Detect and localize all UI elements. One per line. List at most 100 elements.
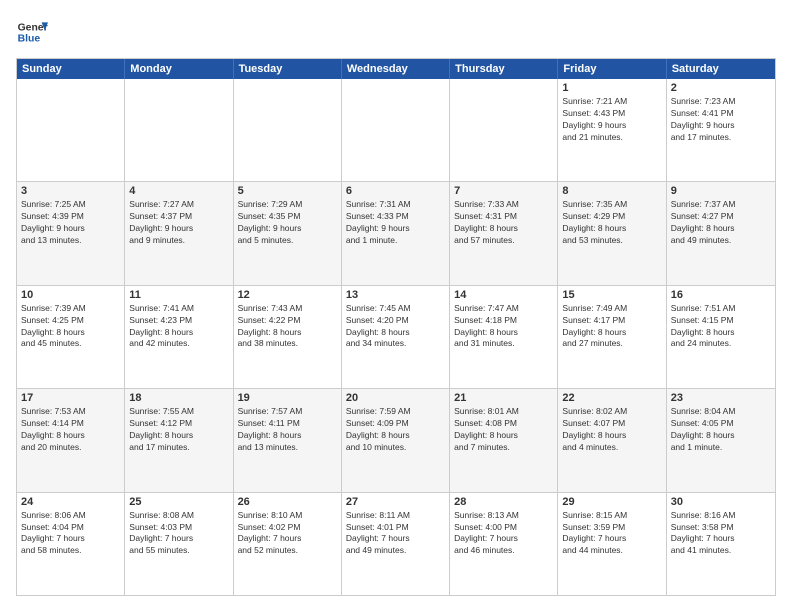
day-cell-9: 9 Sunrise: 7:37 AMSunset: 4:27 PMDaylight…: [667, 182, 775, 284]
day-cell-13: 13Sunrise: 7:45 AMSunset: 4:20 PMDayligh…: [342, 286, 450, 388]
day-number: 28: [454, 496, 553, 508]
day-cell-3: 3 Sunrise: 7:25 AMSunset: 4:39 PMDaylight…: [17, 182, 125, 284]
calendar-row-1: 3 Sunrise: 7:25 AMSunset: 4:39 PMDaylight…: [17, 181, 775, 284]
day-number: 16: [671, 289, 771, 301]
day-cell-29: 29 Sunrise: 8:15 AMSunset: 3:59 PMDayligh…: [558, 493, 666, 595]
day-cell-2: 2 Sunrise: 7:23 AMSunset: 4:41 PMDaylight…: [667, 79, 775, 181]
day-number: 22: [562, 392, 661, 404]
day-info: Sunrise: 7:39 AMSunset: 4:25 PMDaylight:…: [21, 303, 120, 351]
day-number: 30: [671, 496, 771, 508]
day-info: Sunrise: 7:47 AMSunset: 4:18 PMDaylight:…: [454, 303, 553, 351]
day-number: 9: [671, 185, 771, 197]
empty-cell-0-1: [125, 79, 233, 181]
weekday-header-wednesday: Wednesday: [342, 59, 450, 79]
day-info: Sunrise: 8:10 AMSunset: 4:02 PMDaylight:…: [238, 510, 337, 558]
day-info: Sunrise: 8:11 AMSunset: 4:01 PMDaylight:…: [346, 510, 445, 558]
day-number: 18: [129, 392, 228, 404]
day-cell-8: 8Sunrise: 7:35 AMSunset: 4:29 PMDaylight…: [558, 182, 666, 284]
day-cell-1: 1 Sunrise: 7:21 AMSunset: 4:43 PMDaylight…: [558, 79, 666, 181]
day-number: 29: [562, 496, 661, 508]
day-number: 27: [346, 496, 445, 508]
day-cell-25: 25 Sunrise: 8:08 AMSunset: 4:03 PMDayligh…: [125, 493, 233, 595]
calendar-row-3: 17 Sunrise: 7:53 AMSunset: 4:14 PMDayligh…: [17, 388, 775, 491]
weekday-header-thursday: Thursday: [450, 59, 558, 79]
day-cell-10: 10Sunrise: 7:39 AMSunset: 4:25 PMDayligh…: [17, 286, 125, 388]
day-info: Sunrise: 8:13 AMSunset: 4:00 PMDaylight:…: [454, 510, 553, 558]
weekday-header-saturday: Saturday: [667, 59, 775, 79]
logo: General Blue: [16, 16, 48, 48]
day-number: 20: [346, 392, 445, 404]
calendar-row-0: 1 Sunrise: 7:21 AMSunset: 4:43 PMDaylight…: [17, 79, 775, 181]
day-info: Sunrise: 8:02 AMSunset: 4:07 PMDaylight:…: [562, 406, 661, 454]
day-number: 12: [238, 289, 337, 301]
page: General Blue SundayMondayTuesdayWednesda…: [0, 0, 792, 612]
calendar: SundayMondayTuesdayWednesdayThursdayFrid…: [16, 58, 776, 596]
day-cell-20: 20Sunrise: 7:59 AMSunset: 4:09 PMDayligh…: [342, 389, 450, 491]
day-number: 5: [238, 185, 337, 197]
day-info: Sunrise: 7:21 AMSunset: 4:43 PMDaylight:…: [562, 96, 661, 144]
day-number: 26: [238, 496, 337, 508]
empty-cell-0-3: [342, 79, 450, 181]
day-info: Sunrise: 7:43 AMSunset: 4:22 PMDaylight:…: [238, 303, 337, 351]
calendar-header: SundayMondayTuesdayWednesdayThursdayFrid…: [17, 59, 775, 79]
day-info: Sunrise: 7:57 AMSunset: 4:11 PMDaylight:…: [238, 406, 337, 454]
weekday-header-friday: Friday: [558, 59, 666, 79]
logo-icon: General Blue: [16, 16, 48, 48]
day-info: Sunrise: 7:51 AMSunset: 4:15 PMDaylight:…: [671, 303, 771, 351]
day-cell-15: 15 Sunrise: 7:49 AMSunset: 4:17 PMDayligh…: [558, 286, 666, 388]
empty-cell-0-0: [17, 79, 125, 181]
day-cell-17: 17 Sunrise: 7:53 AMSunset: 4:14 PMDayligh…: [17, 389, 125, 491]
day-number: 1: [562, 82, 661, 94]
day-number: 6: [346, 185, 445, 197]
day-info: Sunrise: 7:41 AMSunset: 4:23 PMDaylight:…: [129, 303, 228, 351]
day-number: 7: [454, 185, 553, 197]
day-info: Sunrise: 7:31 AMSunset: 4:33 PMDaylight:…: [346, 199, 445, 247]
day-cell-16: 16 Sunrise: 7:51 AMSunset: 4:15 PMDayligh…: [667, 286, 775, 388]
day-cell-5: 5 Sunrise: 7:29 AMSunset: 4:35 PMDaylight…: [234, 182, 342, 284]
day-info: Sunrise: 7:33 AMSunset: 4:31 PMDaylight:…: [454, 199, 553, 247]
calendar-body: 1 Sunrise: 7:21 AMSunset: 4:43 PMDaylight…: [17, 79, 775, 595]
day-cell-7: 7 Sunrise: 7:33 AMSunset: 4:31 PMDaylight…: [450, 182, 558, 284]
day-number: 2: [671, 82, 771, 94]
day-number: 15: [562, 289, 661, 301]
day-number: 25: [129, 496, 228, 508]
day-number: 17: [21, 392, 120, 404]
day-cell-30: 30 Sunrise: 8:16 AMSunset: 3:58 PMDayligh…: [667, 493, 775, 595]
day-cell-19: 19Sunrise: 7:57 AMSunset: 4:11 PMDayligh…: [234, 389, 342, 491]
day-info: Sunrise: 8:04 AMSunset: 4:05 PMDaylight:…: [671, 406, 771, 454]
calendar-row-2: 10Sunrise: 7:39 AMSunset: 4:25 PMDayligh…: [17, 285, 775, 388]
day-info: Sunrise: 7:35 AMSunset: 4:29 PMDaylight:…: [562, 199, 661, 247]
day-info: Sunrise: 7:37 AMSunset: 4:27 PMDaylight:…: [671, 199, 771, 247]
day-info: Sunrise: 7:45 AMSunset: 4:20 PMDaylight:…: [346, 303, 445, 351]
day-info: Sunrise: 7:55 AMSunset: 4:12 PMDaylight:…: [129, 406, 228, 454]
day-cell-6: 6 Sunrise: 7:31 AMSunset: 4:33 PMDaylight…: [342, 182, 450, 284]
day-info: Sunrise: 7:25 AMSunset: 4:39 PMDaylight:…: [21, 199, 120, 247]
day-info: Sunrise: 7:29 AMSunset: 4:35 PMDaylight:…: [238, 199, 337, 247]
day-number: 3: [21, 185, 120, 197]
day-cell-28: 28 Sunrise: 8:13 AMSunset: 4:00 PMDayligh…: [450, 493, 558, 595]
day-number: 21: [454, 392, 553, 404]
day-info: Sunrise: 7:49 AMSunset: 4:17 PMDaylight:…: [562, 303, 661, 351]
day-cell-26: 26 Sunrise: 8:10 AMSunset: 4:02 PMDayligh…: [234, 493, 342, 595]
day-cell-27: 27 Sunrise: 8:11 AMSunset: 4:01 PMDayligh…: [342, 493, 450, 595]
day-cell-4: 4Sunrise: 7:27 AMSunset: 4:37 PMDaylight…: [125, 182, 233, 284]
day-info: Sunrise: 8:15 AMSunset: 3:59 PMDaylight:…: [562, 510, 661, 558]
weekday-header-tuesday: Tuesday: [234, 59, 342, 79]
day-info: Sunrise: 7:53 AMSunset: 4:14 PMDaylight:…: [21, 406, 120, 454]
header: General Blue: [16, 16, 776, 48]
weekday-header-monday: Monday: [125, 59, 233, 79]
day-number: 4: [129, 185, 228, 197]
day-info: Sunrise: 8:08 AMSunset: 4:03 PMDaylight:…: [129, 510, 228, 558]
day-info: Sunrise: 7:23 AMSunset: 4:41 PMDaylight:…: [671, 96, 771, 144]
day-cell-11: 11Sunrise: 7:41 AMSunset: 4:23 PMDayligh…: [125, 286, 233, 388]
empty-cell-0-4: [450, 79, 558, 181]
day-cell-24: 24Sunrise: 8:06 AMSunset: 4:04 PMDayligh…: [17, 493, 125, 595]
day-cell-23: 23Sunrise: 8:04 AMSunset: 4:05 PMDayligh…: [667, 389, 775, 491]
day-cell-12: 12 Sunrise: 7:43 AMSunset: 4:22 PMDayligh…: [234, 286, 342, 388]
day-number: 14: [454, 289, 553, 301]
day-cell-18: 18 Sunrise: 7:55 AMSunset: 4:12 PMDayligh…: [125, 389, 233, 491]
day-info: Sunrise: 8:16 AMSunset: 3:58 PMDaylight:…: [671, 510, 771, 558]
day-number: 24: [21, 496, 120, 508]
svg-text:Blue: Blue: [18, 34, 41, 45]
day-cell-22: 22 Sunrise: 8:02 AMSunset: 4:07 PMDayligh…: [558, 389, 666, 491]
